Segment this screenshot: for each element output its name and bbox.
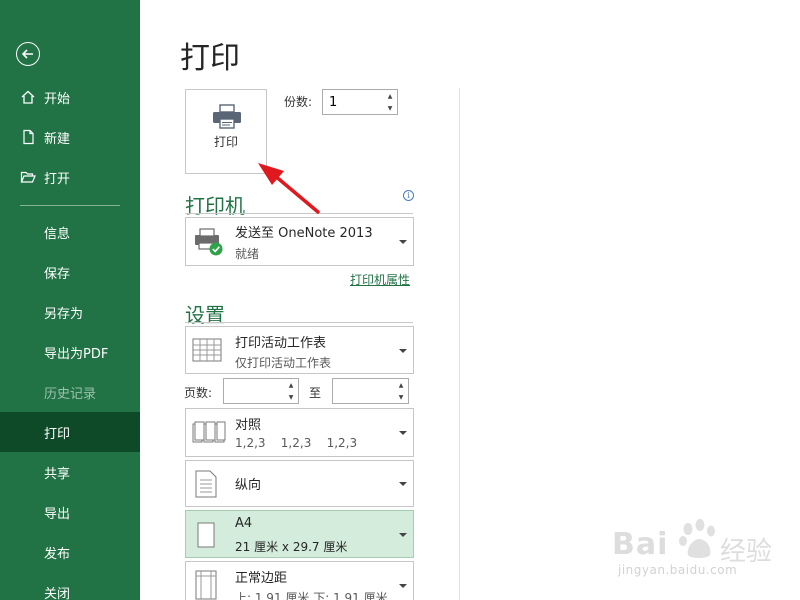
home-icon [20, 89, 36, 105]
printer-properties-link[interactable]: 打印机属性 [350, 271, 410, 288]
backstage-sidebar: 开始 新建 打开 信息 保存 另存为 导出为PDF 历史记录 打印 共享 导出 … [0, 0, 140, 600]
print-what-dropdown[interactable]: 打印活动工作表 仅打印活动工作表 [185, 326, 414, 374]
collation-value: 对照 [235, 418, 262, 433]
back-button[interactable] [16, 42, 40, 66]
paw-icon [679, 519, 715, 558]
sidebar-item-label: 打开 [44, 171, 71, 187]
collated-pages-icon [192, 421, 226, 449]
copies-down-icon[interactable]: ▼ [383, 102, 397, 114]
chevron-down-icon [399, 431, 407, 435]
printer-section-title: 打印机 [185, 194, 245, 218]
sidebar-item-info[interactable]: 信息 [0, 212, 140, 252]
pages-from-input[interactable] [224, 379, 284, 403]
copies-stepper[interactable]: ▲ ▼ [322, 89, 398, 115]
copies-up-icon[interactable]: ▲ [383, 90, 397, 102]
print-what-value: 打印活动工作表 [235, 336, 327, 351]
paper-size-icon [197, 522, 215, 552]
print-button-label: 打印 [213, 135, 238, 149]
pages-from-up-icon[interactable]: ▲ [284, 379, 298, 391]
print-what-desc: 仅打印活动工作表 [235, 356, 332, 370]
chevron-down-icon [399, 533, 407, 537]
portrait-page-icon [195, 470, 217, 502]
sidebar-item-label: 新建 [44, 131, 71, 147]
chevron-down-icon [399, 349, 407, 353]
chevron-down-icon [399, 584, 407, 588]
printer-status: 就绪 [235, 247, 260, 261]
pages-to-stepper[interactable]: ▲ ▼ [332, 378, 409, 404]
pages-to-up-icon[interactable]: ▲ [394, 379, 408, 391]
orientation-dropdown[interactable]: 纵向 [185, 460, 414, 507]
printer-status-icon [192, 225, 226, 263]
paper-size-value: A4 [235, 516, 253, 531]
margins-value: 正常边距 [235, 571, 288, 586]
printer-section-divider [185, 213, 413, 214]
copies-label: 份数: [284, 95, 313, 109]
back-arrow-icon [21, 49, 33, 59]
copies-input[interactable] [323, 90, 383, 114]
sidebar-item-print[interactable]: 打印 [0, 412, 140, 452]
page-title: 打印 [180, 41, 240, 76]
pages-to-input[interactable] [333, 379, 394, 403]
chevron-down-icon [399, 482, 407, 486]
pages-from-down-icon[interactable]: ▼ [284, 391, 298, 403]
sidebar-divider [20, 205, 120, 206]
sidebar-item-label: 开始 [44, 91, 71, 107]
settings-section-divider [185, 322, 413, 323]
margins-dropdown[interactable]: 正常边距 上: 1.91 厘米 下: 1.91 厘米 [185, 561, 414, 600]
margins-page-icon [195, 570, 217, 600]
watermark-brand: Bai [612, 527, 669, 562]
printer-name: 发送至 OneNote 2013 [235, 226, 373, 241]
sidebar-item-open[interactable]: 打开 [0, 157, 140, 197]
sidebar-item-history[interactable]: 历史记录 [0, 372, 140, 412]
sidebar-item-export[interactable]: 导出 [0, 492, 140, 532]
baidu-jingyan-watermark: Bai 经验 jingyan.baidu.com [612, 515, 792, 585]
paper-size-desc: 21 厘米 x 29.7 厘米 [235, 540, 348, 554]
collation-desc: 1,2,3 1,2,3 1,2,3 [235, 436, 358, 450]
sidebar-item-share[interactable]: 共享 [0, 452, 140, 492]
margins-desc: 上: 1.91 厘米 下: 1.91 厘米 [235, 591, 388, 600]
paper-size-dropdown[interactable]: A4 21 厘米 x 29.7 厘米 [185, 510, 414, 558]
folder-open-icon [20, 169, 36, 185]
info-icon[interactable]: i [403, 190, 414, 201]
sidebar-item-publish[interactable]: 发布 [0, 532, 140, 572]
print-button[interactable]: 打印 [185, 89, 267, 174]
pages-label: 页数: [184, 386, 213, 400]
pages-to-label: 至 [309, 386, 322, 400]
watermark-url: jingyan.baidu.com [618, 563, 738, 577]
printer-dropdown[interactable]: 发送至 OneNote 2013 就绪 [185, 217, 414, 266]
sidebar-item-save-as[interactable]: 另存为 [0, 292, 140, 332]
orientation-value: 纵向 [235, 478, 262, 493]
pages-to-down-icon[interactable]: ▼ [394, 391, 408, 403]
pages-from-stepper[interactable]: ▲ ▼ [223, 378, 299, 404]
collation-dropdown[interactable]: 对照 1,2,3 1,2,3 1,2,3 [185, 408, 414, 457]
settings-section-title: 设置 [185, 303, 225, 327]
new-document-icon [20, 129, 36, 145]
worksheet-grid-icon [192, 338, 224, 368]
sidebar-item-home[interactable]: 开始 [0, 77, 140, 117]
chevron-down-icon [399, 240, 407, 244]
sidebar-item-save[interactable]: 保存 [0, 252, 140, 292]
sidebar-item-export-pdf[interactable]: 导出为PDF [0, 332, 140, 372]
printer-icon [212, 104, 242, 134]
sidebar-item-close[interactable]: 关闭 [0, 572, 140, 600]
sidebar-item-new[interactable]: 新建 [0, 117, 140, 157]
